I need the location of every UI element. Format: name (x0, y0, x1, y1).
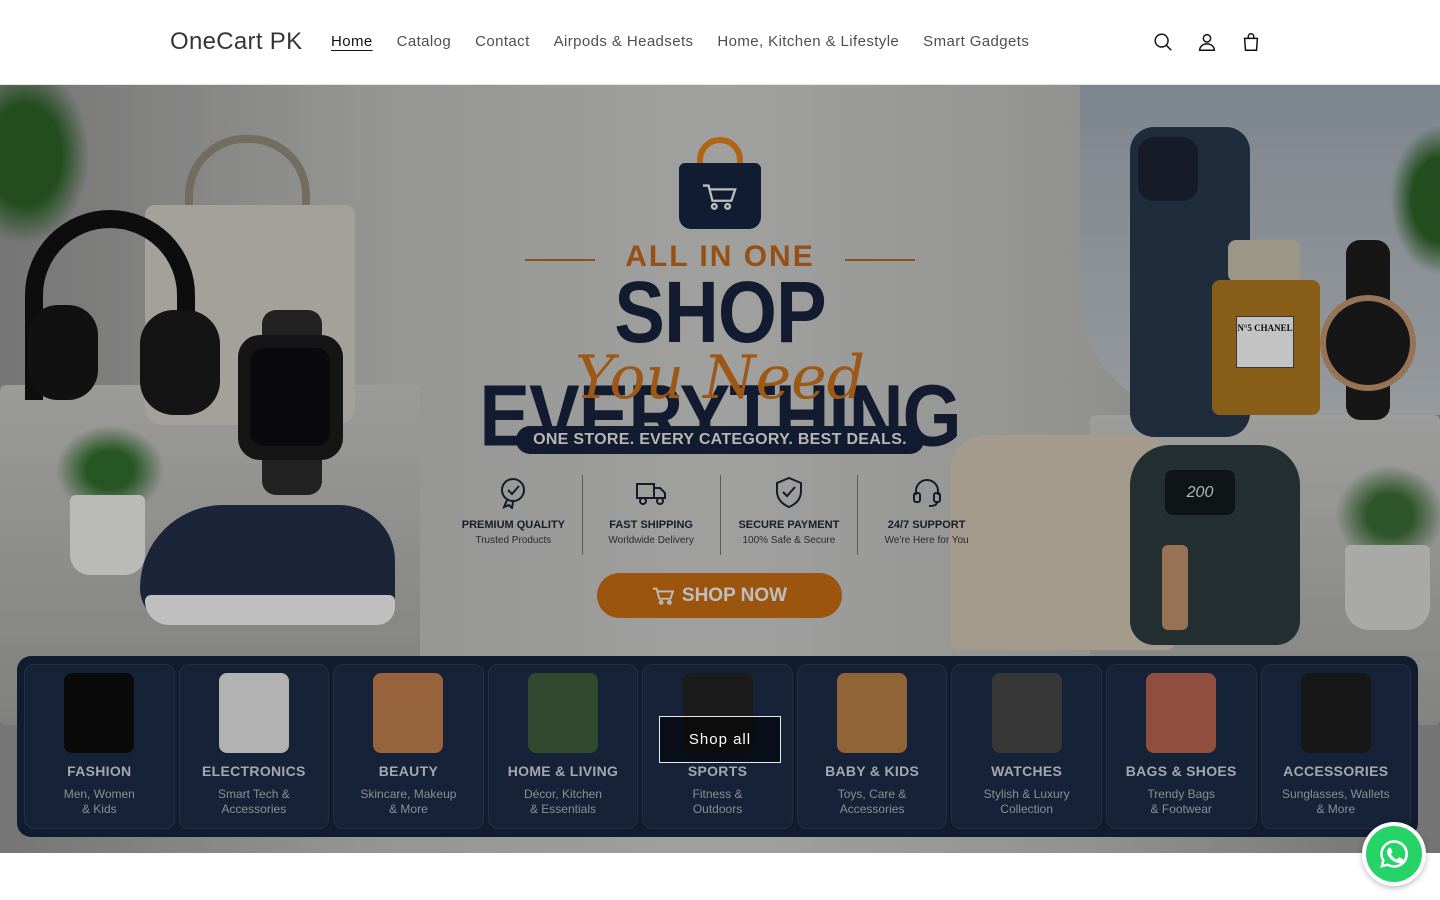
cart-icon[interactable] (1231, 22, 1271, 62)
feature-title: SECURE PAYMENT (738, 519, 840, 531)
perfume-label: N°5 CHANEL (1236, 316, 1294, 368)
feature-list: PREMIUM QUALITY Trusted Products FAST SH… (445, 475, 995, 555)
feature-subtitle: Worldwide Delivery (608, 535, 694, 546)
badge-check-icon (496, 475, 530, 511)
smartwatch-screen (250, 348, 330, 446)
category-fashion[interactable]: FASHION Men, Women & Kids (24, 664, 175, 829)
headset-icon (910, 475, 944, 509)
category-subtitle: Skincare, Makeup & More (360, 787, 457, 816)
category-watches[interactable]: WATCHES Stylish & Luxury Collection (951, 664, 1102, 829)
nav-catalog[interactable]: Catalog (385, 30, 464, 54)
shop-now-label: SHOP NOW (681, 584, 788, 606)
feature-subtitle: Trusted Products (475, 535, 552, 546)
feature-item: FAST SHIPPING Worldwide Delivery (583, 475, 721, 555)
feature-item: 24/7 SUPPORT We're Here for You (858, 475, 995, 555)
plant-pot (1345, 545, 1430, 630)
category-accessories[interactable]: ACCESSORIES Sunglasses, Wallets & More (1260, 664, 1412, 829)
category-name: BABY & KIDS (825, 763, 920, 779)
category-subtitle: Men, Women & Kids (63, 787, 135, 816)
store-logo[interactable]: OneCart PK (170, 28, 302, 56)
category-subtitle: Décor, Kitchen & Essentials (523, 787, 602, 816)
search-icon[interactable] (1143, 22, 1183, 62)
hero-script-text: You Need (574, 343, 866, 413)
category-home-living[interactable]: HOME & LIVING Décor, Kitchen & Essentials (487, 664, 639, 829)
whatsapp-icon (1366, 826, 1422, 882)
category-subtitle: Sunglasses, Wallets & More (1281, 787, 1390, 816)
feature-title: FAST SHIPPING (609, 519, 693, 531)
whatsapp-chat-button[interactable] (1362, 822, 1426, 886)
category-name: ELECTRONICS (202, 763, 306, 779)
category-subtitle: Stylish & Luxury Collection (983, 787, 1070, 816)
nav-contact[interactable]: Contact (463, 30, 542, 54)
hero-banner[interactable]: N°5 CHANEL 200 ALL IN ONE SHOP EVERYTHIN… (0, 85, 1440, 853)
feature-subtitle: We're Here for You (884, 535, 969, 546)
category-name: FASHION (67, 763, 132, 779)
perfume-cap (1228, 240, 1300, 282)
air-fryer-display: 200 (1165, 470, 1235, 515)
category-beauty[interactable]: BEAUTY Skincare, Makeup & More (333, 664, 484, 829)
category-name: SPORTS (687, 763, 748, 779)
category-electronics[interactable]: ELECTRONICS Smart Tech & Accessories (178, 664, 330, 829)
handbag-image (1146, 673, 1217, 753)
cosmetics-image (373, 673, 444, 753)
sneaker-sole (145, 595, 395, 625)
air-fryer-handle (1162, 545, 1188, 630)
category-baby-kids[interactable]: BABY & KIDS Toys, Care & Accessories (796, 664, 948, 829)
headphones-image (218, 673, 289, 753)
leaf-decoration (1390, 125, 1440, 275)
headphones-cup (28, 305, 98, 400)
watch-image (991, 673, 1062, 753)
teddy-bear-image (837, 673, 908, 753)
category-name: ACCESSORIES (1283, 763, 1389, 779)
phone-camera (1138, 137, 1198, 201)
nav-smart-gadgets[interactable]: Smart Gadgets (911, 30, 1041, 54)
plant-pot (70, 495, 145, 575)
main-nav: Home Catalog Contact Airpods & Headsets … (319, 30, 1041, 54)
nav-airpods-headsets[interactable]: Airpods & Headsets (542, 30, 706, 54)
category-subtitle: Trendy Bags & Footwear (1147, 787, 1216, 816)
feature-title: 24/7 SUPPORT (887, 519, 966, 531)
feature-item: SECURE PAYMENT 100% Safe & Secure (721, 475, 859, 555)
hero-tagline: ONE STORE. EVERY CATEGORY. BEST DEALS. (516, 426, 924, 454)
category-name: BAGS & SHOES (1125, 763, 1237, 779)
nav-home[interactable]: Home (319, 30, 385, 54)
category-bags-shoes[interactable]: BAGS & SHOES Trendy Bags & Footwear (1105, 664, 1257, 829)
category-name: WATCHES (991, 763, 1063, 779)
tshirt-image (64, 673, 135, 753)
feature-item: PREMIUM QUALITY Trusted Products (445, 475, 583, 555)
cart-icon (652, 587, 674, 605)
shop-all-button[interactable]: Shop all (659, 716, 781, 763)
site-header: OneCart PK Home Catalog Contact Airpods … (0, 0, 1440, 85)
account-icon[interactable] (1187, 22, 1227, 62)
category-name: HOME & LIVING (507, 763, 619, 779)
shield-check-icon (772, 475, 806, 509)
shopping-bag-icon (679, 163, 761, 229)
armchair-image (527, 673, 598, 753)
headphones-cup (140, 310, 220, 415)
sunglasses-image (1300, 673, 1371, 753)
truck-icon (634, 475, 668, 509)
category-name: BEAUTY (378, 763, 439, 779)
feature-subtitle: 100% Safe & Secure (742, 535, 836, 546)
header-icons (1143, 22, 1271, 62)
nav-home-kitchen-lifestyle[interactable]: Home, Kitchen & Lifestyle (705, 30, 911, 54)
wristwatch-image (1320, 295, 1416, 391)
shop-now-button[interactable]: SHOP NOW (597, 573, 842, 618)
category-subtitle: Toys, Care & Accessories (837, 787, 907, 816)
category-subtitle: Smart Tech & Accessories (217, 787, 290, 816)
feature-title: PREMIUM QUALITY (461, 519, 566, 531)
category-subtitle: Fitness & Outdoors (692, 787, 743, 816)
